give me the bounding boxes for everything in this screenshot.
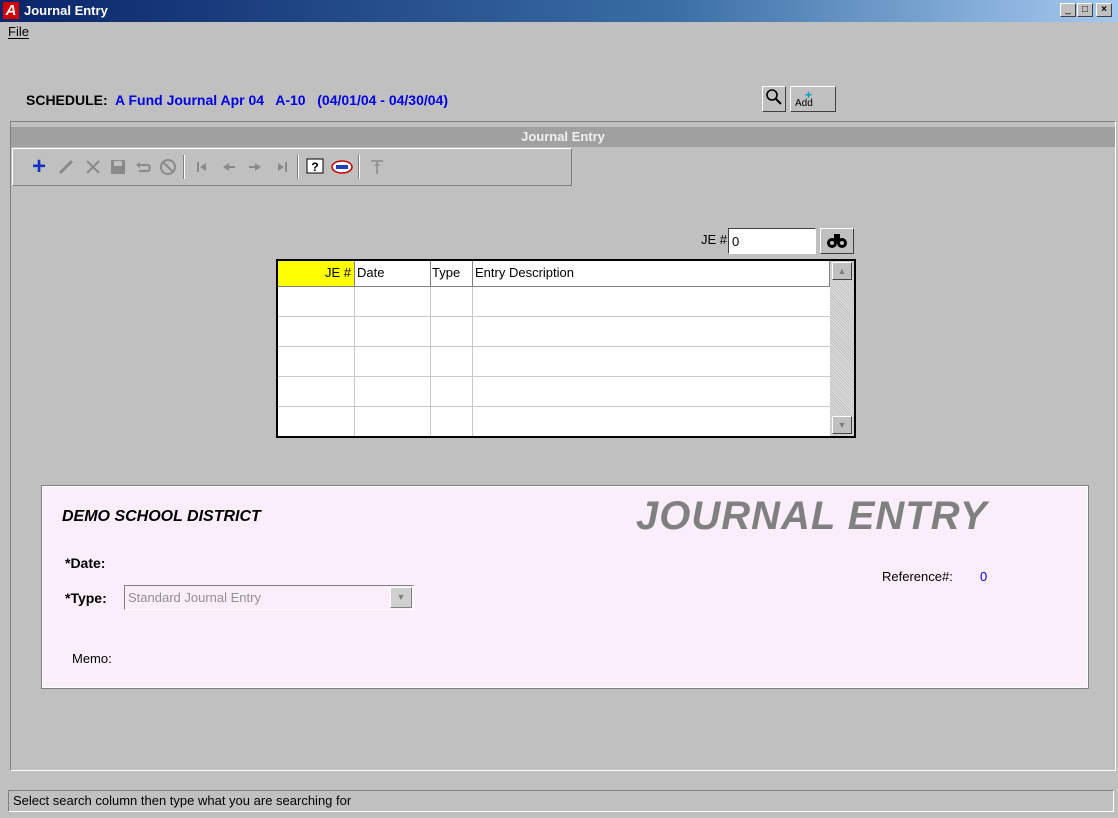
menu-file[interactable]: File: [8, 24, 29, 39]
edit-icon[interactable]: [56, 157, 76, 177]
memo-label: Memo:: [72, 651, 112, 666]
type-select[interactable]: Standard Journal Entry: [124, 585, 414, 610]
title-bar[interactable]: [0, 0, 1118, 22]
table-row[interactable]: [278, 377, 830, 407]
toolbar-separator: [297, 155, 299, 179]
maximize-button[interactable]: □: [1077, 3, 1093, 17]
table-row[interactable]: [278, 407, 830, 437]
binoculars-icon: [827, 234, 847, 248]
table-row[interactable]: [278, 347, 830, 377]
magnifier-icon: [766, 89, 782, 105]
app-logo-icon: A: [3, 2, 19, 19]
column-header-date[interactable]: Date: [355, 261, 431, 287]
window-title: Journal Entry: [24, 3, 108, 18]
previous-record-icon[interactable]: [219, 157, 239, 177]
schedule-label: SCHEDULE:: [26, 92, 108, 108]
status-bar: Select search column then type what you …: [8, 790, 1114, 812]
last-record-icon[interactable]: [271, 157, 291, 177]
table-row[interactable]: [278, 317, 830, 347]
column-header-type[interactable]: Type: [431, 261, 473, 287]
undo-icon[interactable]: [133, 157, 153, 177]
reference-value: 0: [980, 569, 988, 584]
next-record-icon[interactable]: [245, 157, 265, 177]
toolbar-separator: [358, 155, 360, 179]
help-icon[interactable]: ?: [305, 157, 325, 177]
add-label: Add: [795, 98, 813, 109]
minimize-button[interactable]: _: [1060, 3, 1076, 17]
cancel-icon[interactable]: [158, 157, 178, 177]
close-button[interactable]: ×: [1096, 3, 1112, 17]
save-icon[interactable]: [108, 157, 128, 177]
form-heading: JOURNAL ENTRY: [636, 494, 988, 538]
je-number-input[interactable]: [728, 228, 816, 254]
delete-icon[interactable]: [83, 157, 103, 177]
panel-header: Journal Entry: [11, 127, 1115, 147]
je-number-label: JE #:: [701, 232, 731, 247]
column-header-je-number[interactable]: JE #: [278, 261, 355, 287]
find-button[interactable]: [820, 228, 854, 254]
first-record-icon[interactable]: [193, 157, 213, 177]
scroll-down-icon[interactable]: ▼: [832, 416, 852, 434]
type-label: *Type:: [65, 590, 107, 606]
column-divider: [354, 287, 355, 436]
scroll-up-icon[interactable]: ▲: [832, 262, 852, 280]
reports-icon[interactable]: [331, 157, 353, 177]
filter-icon[interactable]: [367, 157, 387, 177]
column-header-entry-description[interactable]: Entry Description: [473, 261, 830, 287]
add-icon[interactable]: +: [29, 155, 49, 179]
journal-grid[interactable]: JE # Date Type Entry Description ▲ ▼: [276, 259, 856, 438]
schedule-value[interactable]: A Fund Journal Apr 04 A-10 (04/01/04 - 0…: [115, 92, 448, 108]
reference-label: Reference#:: [882, 569, 953, 584]
record-toolbar: + ?: [12, 148, 572, 186]
table-row[interactable]: [278, 287, 830, 317]
menu-bar: File: [0, 22, 1118, 42]
chevron-down-icon[interactable]: ▼: [390, 587, 412, 608]
add-schedule-button[interactable]: + Add: [790, 86, 836, 112]
column-divider: [430, 287, 431, 436]
column-divider: [472, 287, 473, 436]
organization-name: DEMO SCHOOL DISTRICT: [62, 508, 261, 525]
toolbar-separator: [183, 155, 185, 179]
grid-scrollbar[interactable]: ▲ ▼: [830, 261, 854, 436]
date-label: *Date:: [65, 555, 106, 571]
svg-text:?: ?: [311, 160, 318, 174]
search-schedule-button[interactable]: [762, 86, 786, 112]
